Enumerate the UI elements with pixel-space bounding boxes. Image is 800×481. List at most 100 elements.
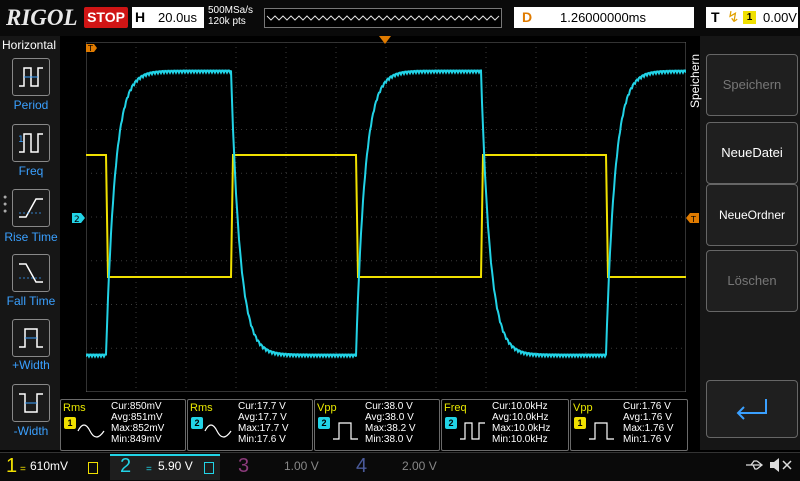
period-button[interactable]: [12, 58, 50, 96]
memory-points: 120k pts: [208, 16, 246, 27]
sine-wave-icon: [204, 424, 232, 438]
trigger-position-marker[interactable]: [379, 36, 391, 45]
usb-icon: [746, 460, 764, 470]
period-label: Period: [13, 98, 49, 112]
meas-min: Min:849mV: [111, 434, 162, 445]
meas-channel-badge: 2: [318, 417, 330, 429]
fall-time-icon: [19, 263, 43, 283]
ch2-marker-label: 2: [74, 215, 80, 224]
meas-avg: Avg:851mV: [111, 412, 163, 423]
ch1-scale[interactable]: 610mV: [30, 459, 68, 473]
freq-label: Freq: [18, 164, 44, 178]
delay-label: D: [522, 9, 533, 25]
waveform-display[interactable]: [86, 42, 686, 392]
ch2-coupling-icon: =: [146, 464, 152, 475]
delay-value: 1.26000000ms: [560, 10, 647, 25]
ch4-number[interactable]: 4: [356, 455, 367, 478]
freq-button[interactable]: 1: [12, 124, 50, 162]
meas-min: Min:17.6 V: [238, 434, 286, 445]
meas-values: Cur:850mV Avg:851mV Max:852mV Min:849mV: [111, 401, 164, 445]
trigger-label: T: [711, 9, 720, 25]
freq-meas-icon: [460, 422, 485, 440]
pos-width-label: +Width: [12, 358, 50, 372]
left-panel-title: Horizontal: [2, 38, 57, 52]
new-folder-button[interactable]: NeueOrdner: [706, 184, 798, 246]
meas-avg: Avg:1.76 V: [623, 412, 672, 423]
rise-time-label: Rise Time: [4, 230, 58, 244]
sample-rate-info: 500MSa/s 120k pts: [208, 5, 253, 27]
meas-max: Max:38.2 V: [365, 423, 416, 434]
meas-type: Rms: [190, 402, 213, 414]
neg-width-label: -Width: [13, 424, 49, 438]
rise-time-button[interactable]: [12, 189, 50, 227]
delete-button[interactable]: Löschen: [706, 250, 798, 312]
trigger-channel: 1: [743, 11, 756, 24]
meas-channel-badge: 2: [191, 417, 203, 429]
meas-type: Rms: [63, 402, 86, 414]
meas-channel-badge: 1: [64, 417, 76, 429]
ch2-offset-marker[interactable]: 2: [72, 212, 86, 224]
ch3-number[interactable]: 3: [238, 455, 249, 478]
ch2-bandwidth-icon: [204, 462, 214, 474]
measurement-box-4[interactable]: Freq 2 Cur:10.0kHz Avg:10.0kHz Max:10.0k…: [441, 399, 569, 451]
meas-type: Vpp: [573, 402, 593, 414]
meas-min: Min:10.0kHz: [492, 434, 548, 445]
measurement-box-3[interactable]: Vpp 2 Cur:38.0 V Avg:38.0 V Max:38.2 V M…: [314, 399, 440, 451]
measurement-box-5[interactable]: Vpp 1 Cur:1.76 V Avg:1.76 V Max:1.76 V M…: [570, 399, 688, 451]
meas-values: Cur:38.0 V Avg:38.0 V Max:38.2 V Min:38.…: [365, 401, 416, 445]
period-icon: [19, 67, 43, 87]
fall-time-button[interactable]: [12, 254, 50, 292]
ch1-trigger-level-marker[interactable]: T: [86, 42, 98, 54]
meas-cur: Cur:850mV: [111, 401, 162, 412]
vpp-icon: [333, 422, 358, 440]
meas-avg: Avg:17.7 V: [238, 412, 287, 423]
pos-width-button[interactable]: [12, 319, 50, 357]
ch1-number[interactable]: 1: [6, 455, 17, 478]
meas-cur: Cur:38.0 V: [365, 401, 413, 412]
brand-logo: RIGOL: [6, 5, 78, 30]
neg-width-button[interactable]: [12, 384, 50, 422]
neg-width-icon: [19, 393, 43, 413]
trigger-marker-label: T: [87, 44, 93, 53]
meas-channel-badge: 1: [574, 417, 586, 429]
horizontal-label: H: [135, 9, 146, 25]
run-stop-button[interactable]: STOP: [84, 7, 128, 28]
speaker-muted-icon: [770, 458, 792, 472]
vpp-icon: [589, 422, 614, 440]
trigger-edge-icon: ↯: [727, 9, 740, 26]
meas-avg: Avg:10.0kHz: [492, 412, 549, 423]
meas-type: Vpp: [317, 402, 337, 414]
meas-cur: Cur:1.76 V: [623, 401, 671, 412]
delay-box[interactable]: D 1.26000000ms: [514, 7, 694, 28]
meas-max: Max:1.76 V: [623, 423, 674, 434]
save-button[interactable]: Speichern: [706, 54, 798, 116]
trigger-level: 0.00V: [763, 10, 797, 25]
trigger-box[interactable]: T ↯ 1 0.00V: [706, 7, 798, 28]
meas-min: Min:38.0 V: [365, 434, 413, 445]
page-dots: ● ● ●: [3, 194, 8, 215]
meas-values: Cur:17.7 V Avg:17.7 V Max:17.7 V Min:17.…: [238, 401, 289, 445]
meas-max: Max:17.7 V: [238, 423, 289, 434]
ch2-number[interactable]: 2: [120, 455, 131, 478]
measurement-box-1[interactable]: Rms 1 Cur:850mV Avg:851mV Max:852mV Min:…: [60, 399, 186, 451]
timebase-box[interactable]: H 20.0us: [132, 7, 204, 28]
return-arrow-icon: [736, 399, 767, 420]
meas-type: Freq: [444, 402, 467, 414]
ch1-coupling-icon: =: [20, 464, 26, 475]
sample-rate: 500MSa/s: [208, 5, 254, 16]
ch2-scale[interactable]: 5.90 V: [158, 459, 193, 473]
meas-values: Cur:1.76 V Avg:1.76 V Max:1.76 V Min:1.7…: [623, 401, 674, 445]
measurement-box-2[interactable]: Rms 2 Cur:17.7 V Avg:17.7 V Max:17.7 V M…: [187, 399, 313, 451]
ch4-scale[interactable]: 2.00 V: [402, 459, 437, 473]
sine-wave-icon: [77, 424, 105, 438]
ch3-scale[interactable]: 1.00 V: [284, 459, 319, 473]
timebase-value: 20.0us: [158, 10, 198, 25]
back-button[interactable]: [706, 380, 798, 438]
memory-overview: [264, 8, 502, 28]
meas-max: Max:10.0kHz: [492, 423, 551, 434]
new-file-button[interactable]: NeueDatei: [706, 122, 798, 184]
meas-cur: Cur:10.0kHz: [492, 401, 548, 412]
meas-max: Max:852mV: [111, 423, 165, 434]
right-panel-title: Speichern: [688, 53, 702, 108]
trigger-level-marker[interactable]: T: [686, 212, 700, 224]
